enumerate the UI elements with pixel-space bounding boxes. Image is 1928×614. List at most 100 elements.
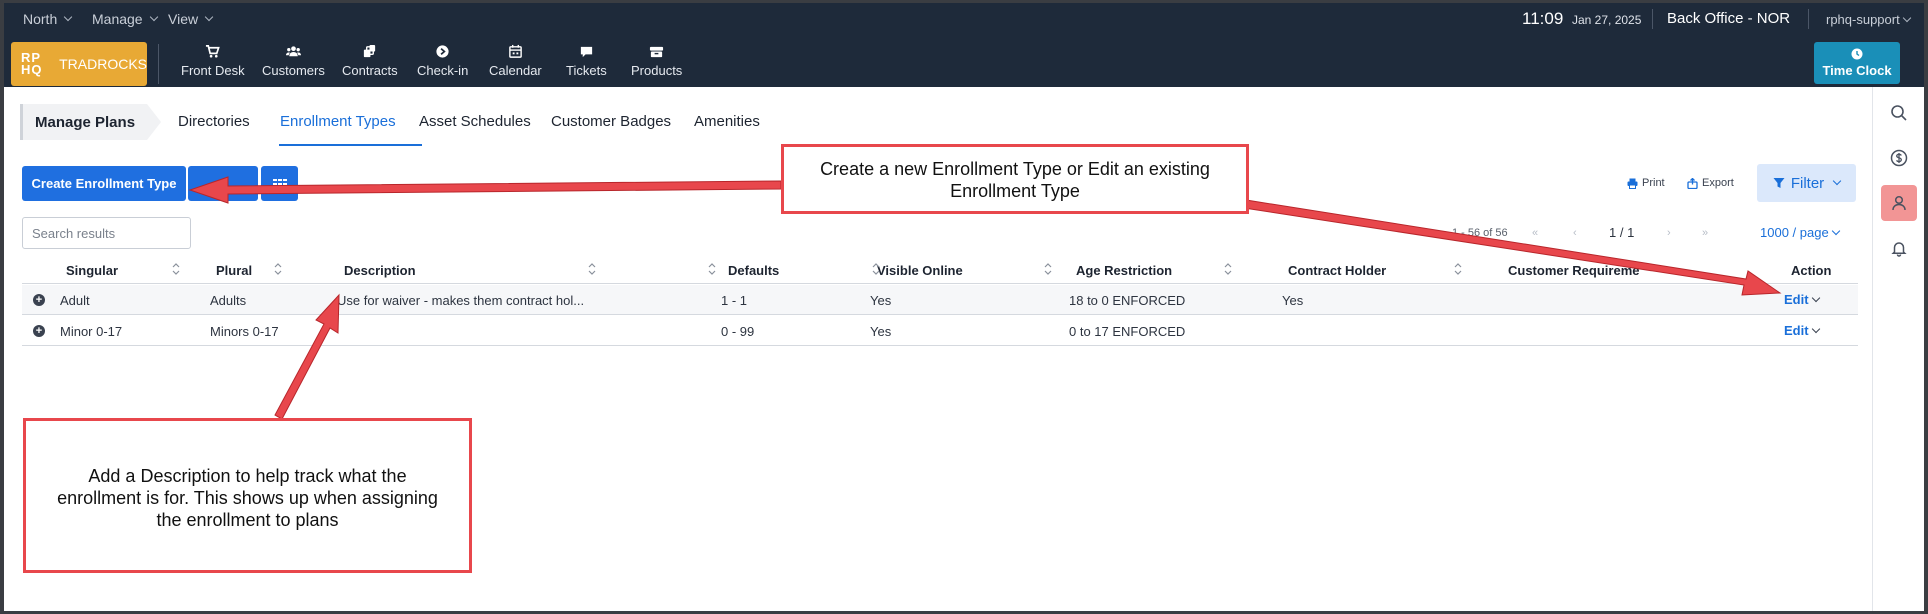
sort-icon[interactable] <box>1454 261 1462 277</box>
column-header-singular[interactable]: Singular <box>66 263 118 278</box>
last-page-button[interactable]: » <box>1702 227 1708 239</box>
prev-page-button[interactable]: ‹ <box>1573 227 1577 239</box>
tab-asset-schedules[interactable]: Asset Schedules <box>419 113 531 130</box>
create-enrollment-type-button[interactable]: Create Enrollment Type <box>22 166 186 201</box>
edit-button[interactable]: Edit <box>1784 292 1820 307</box>
sort-icon[interactable] <box>872 261 880 277</box>
cell-visible-online: Yes <box>870 324 892 339</box>
chevron-down-icon <box>1811 324 1820 333</box>
search-icon <box>1891 105 1907 121</box>
active-tab-indicator <box>279 144 422 146</box>
expand-row-icon[interactable]: + <box>33 325 45 337</box>
user-menu[interactable]: rphq-support <box>1826 12 1911 27</box>
menu-north-label: North <box>23 11 58 27</box>
column-header-description[interactable]: Description <box>344 263 416 278</box>
cell-singular: Minor 0-17 <box>60 324 123 339</box>
nav-calendar[interactable]: Calendar <box>489 44 542 78</box>
bell-icon <box>1891 242 1907 257</box>
secondary-action-button[interactable] <box>188 166 258 201</box>
cell-contract-holder: Yes <box>1282 293 1304 308</box>
expand-row-icon[interactable]: + <box>33 294 45 306</box>
per-page-selector[interactable]: 1000 / page <box>1760 225 1840 240</box>
print-button[interactable]: Print <box>1627 177 1665 189</box>
sort-icon[interactable] <box>708 261 716 277</box>
menu-view[interactable]: View <box>168 11 214 27</box>
column-header-plural[interactable]: Plural <box>216 263 252 278</box>
nav-contracts[interactable]: Contracts <box>342 44 398 78</box>
clock-time: 11:09 <box>1522 9 1564 28</box>
column-header-action: Action <box>1791 263 1832 278</box>
menu-view-label: View <box>168 11 199 27</box>
user-name: rphq-support <box>1826 12 1900 27</box>
chevron-down-icon <box>204 12 214 22</box>
callout-top-line2: Enrollment Type <box>950 181 1080 201</box>
sort-icon[interactable] <box>588 261 596 277</box>
menu-manage-label: Manage <box>92 11 143 27</box>
tab-customer-badges[interactable]: Customer Badges <box>551 113 671 130</box>
tab-directories[interactable]: Directories <box>178 113 250 130</box>
cart-icon <box>206 45 221 58</box>
chevron-down-icon <box>63 12 73 22</box>
edit-label: Edit <box>1784 323 1809 338</box>
sort-icon[interactable] <box>1224 261 1232 277</box>
sidebar-search-button[interactable] <box>1881 95 1917 131</box>
column-header-defaults[interactable]: Defaults <box>728 263 779 278</box>
office-selector[interactable]: Back Office - NOR <box>1667 10 1790 27</box>
logo-mark-line2: HQ <box>21 62 43 77</box>
next-page-button[interactable]: › <box>1667 227 1671 239</box>
main-nav: RP HQ TRADROCKS Front Desk Customers Con… <box>4 34 1924 87</box>
checkin-icon <box>436 45 449 58</box>
filter-button[interactable]: Filter <box>1757 164 1856 202</box>
edit-button[interactable]: Edit <box>1784 323 1820 338</box>
sidebar-profile-button[interactable] <box>1881 185 1917 221</box>
clock-icon <box>1851 48 1863 60</box>
nav-label: Customers <box>262 63 325 78</box>
column-header-age-restriction[interactable]: Age Restriction <box>1076 263 1172 278</box>
column-settings-button[interactable] <box>261 166 298 201</box>
callout-description: Add a Description to help track what the… <box>23 418 472 573</box>
callout-top-line1: Create a new Enrollment Type or Edit an … <box>820 159 1210 179</box>
column-header-visible-online[interactable]: Visible Online <box>877 263 963 278</box>
tab-amenities[interactable]: Amenities <box>694 113 760 130</box>
nav-products[interactable]: Products <box>631 44 682 78</box>
export-button[interactable]: Export <box>1687 177 1734 189</box>
sidebar-billing-button[interactable] <box>1881 140 1917 176</box>
sort-icon[interactable] <box>274 261 282 277</box>
nav-customers[interactable]: Customers <box>262 44 325 78</box>
nav-front-desk[interactable]: Front Desk <box>181 44 245 78</box>
sort-icon[interactable] <box>1044 261 1052 277</box>
table-row[interactable]: + Adult Adults Use for waiver - makes th… <box>22 285 1858 315</box>
brand-logo[interactable]: RP HQ TRADROCKS <box>11 42 147 86</box>
nav-check-in[interactable]: Check-in <box>417 44 468 78</box>
cell-defaults: 0 - 99 <box>721 324 755 339</box>
menu-manage[interactable]: Manage <box>92 11 158 27</box>
time-clock-label: Time Clock <box>1822 63 1892 78</box>
nav-label: Calendar <box>489 63 542 78</box>
breadcrumb-label: Manage Plans <box>35 113 136 131</box>
chat-icon <box>580 46 592 58</box>
cell-description: Use for waiver - makes them contract hol… <box>337 293 585 308</box>
tab-enrollment-types[interactable]: Enrollment Types <box>280 113 396 130</box>
dollar-icon <box>1890 149 1908 167</box>
search-placeholder: Search results <box>32 225 116 241</box>
search-input[interactable]: Search results <box>22 217 191 249</box>
divider <box>1652 9 1653 29</box>
table-row[interactable]: + Minor 0-17 Minors 0-17 0 - 99 Yes 0 to… <box>22 316 1858 346</box>
breadcrumb-manage-plans[interactable]: Manage Plans <box>20 104 162 140</box>
sidebar-notifications-button[interactable] <box>1881 230 1917 266</box>
menu-north[interactable]: North <box>23 11 73 27</box>
chevron-down-icon <box>1831 226 1840 235</box>
grid-icon <box>272 178 287 185</box>
nav-tickets[interactable]: Tickets <box>566 44 607 78</box>
filter-icon <box>1773 178 1785 188</box>
logo-brand: TRADROCKS <box>59 56 147 72</box>
logo-mark: RP HQ <box>21 51 43 77</box>
sort-icon[interactable] <box>172 261 180 277</box>
first-page-button[interactable]: « <box>1532 227 1538 239</box>
contracts-icon <box>364 44 376 58</box>
plan-tabs: Manage Plans Directories Enrollment Type… <box>20 104 1864 148</box>
column-header-contract-holder[interactable]: Contract Holder <box>1288 263 1386 278</box>
column-header-customer-requirements[interactable]: Customer Requireme <box>1508 263 1639 278</box>
export-label: Export <box>1702 177 1734 189</box>
time-clock-button[interactable]: Time Clock <box>1814 42 1900 84</box>
